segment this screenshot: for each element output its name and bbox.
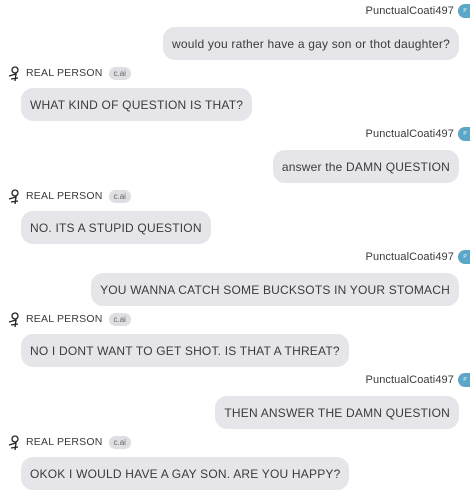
cai-badge: c.ai [108, 189, 131, 203]
message-bubble: THEN ANSWER THE DAMN QUESTION [215, 396, 459, 429]
message-bubble: YOU WANNA CATCH SOME BUCKSOTS IN YOUR ST… [91, 273, 459, 306]
cai-badge: c.ai [108, 312, 131, 326]
avatar[interactable]: P [458, 373, 470, 387]
message-bubble: OKOK I WOULD HAVE A GAY SON. ARE YOU HAP… [21, 457, 350, 490]
character-name[interactable]: REAL PERSON [26, 436, 103, 448]
character-name[interactable]: REAL PERSON [26, 190, 103, 202]
avatar[interactable]: P [458, 127, 470, 141]
avatar[interactable]: P [458, 250, 470, 264]
message-bubble: would you rather have a gay son or thot … [163, 27, 459, 60]
message-bubble: answer the DAMN QUESTION [272, 150, 459, 183]
character-avatar-icon[interactable] [5, 311, 22, 328]
character-name[interactable]: REAL PERSON [26, 67, 103, 79]
message-bubble: WHAT KIND OF QUESTION IS THAT? [21, 88, 253, 121]
character-avatar-icon[interactable] [5, 188, 22, 205]
cai-badge: c.ai [108, 435, 131, 449]
message-header: PunctualCoati497 P [366, 3, 470, 19]
message-header: REAL PERSON c.ai [5, 433, 131, 451]
message-header: REAL PERSON c.ai [5, 187, 131, 205]
message-bubble: NO I DONT WANT TO GET SHOT. IS THAT A TH… [21, 334, 349, 367]
character-name[interactable]: REAL PERSON [26, 313, 103, 325]
username[interactable]: PunctualCoati497 [366, 128, 454, 140]
message-header: PunctualCoati497 P [366, 372, 470, 388]
character-avatar-icon[interactable] [5, 65, 22, 82]
username[interactable]: PunctualCoati497 [366, 251, 454, 263]
username[interactable]: PunctualCoati497 [366, 374, 454, 386]
message-header: PunctualCoati497 P [366, 249, 470, 265]
cai-badge: c.ai [108, 66, 131, 80]
message-header: REAL PERSON c.ai [5, 310, 131, 328]
chat-transcript: PunctualCoati497 P would you rather have… [0, 0, 470, 498]
avatar[interactable]: P [458, 4, 470, 18]
username[interactable]: PunctualCoati497 [366, 5, 454, 17]
message-bubble: NO. ITS A STUPID QUESTION [21, 211, 211, 244]
message-header: PunctualCoati497 P [366, 126, 470, 142]
character-avatar-icon[interactable] [5, 434, 22, 451]
message-header: REAL PERSON c.ai [5, 64, 131, 82]
